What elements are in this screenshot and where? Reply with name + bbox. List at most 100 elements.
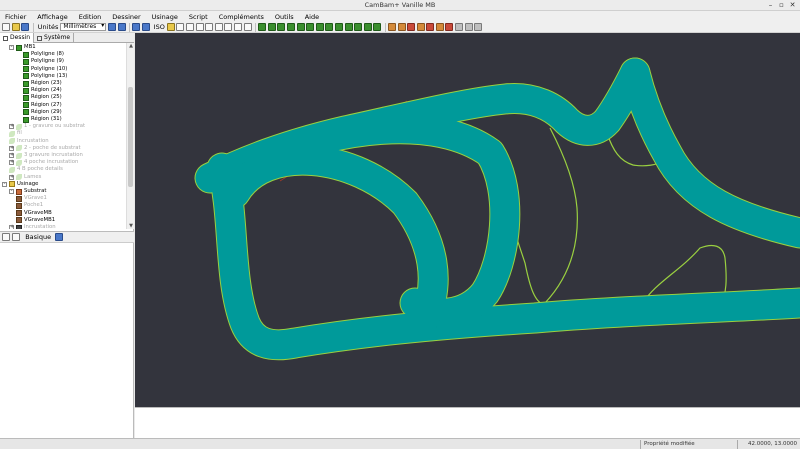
tree-item[interactable]: VGraveMB1 — [16, 217, 55, 224]
tree-item[interactable]: Région (25) — [23, 94, 62, 101]
scroll-thumb[interactable] — [128, 87, 133, 187]
zoom-window-icon[interactable] — [176, 23, 185, 31]
gcode-icon[interactable] — [474, 23, 483, 31]
draw-polyline-icon[interactable] — [286, 23, 295, 31]
draw-region-icon[interactable] — [325, 23, 334, 31]
draw-circle-icon[interactable] — [267, 23, 276, 31]
zoom-out-icon[interactable] — [205, 23, 214, 31]
collapse-icon[interactable]: - — [2, 181, 7, 187]
drill-operation-icon[interactable] — [407, 23, 416, 31]
draw-surface-icon[interactable] — [334, 23, 343, 31]
tree-item[interactable]: Poche1 — [16, 202, 43, 209]
pan-icon[interactable] — [214, 23, 223, 31]
scroll-up-icon[interactable]: ▲ — [127, 43, 135, 49]
menu-dessiner[interactable]: Dessiner — [112, 13, 140, 21]
undo-icon[interactable] — [108, 23, 117, 31]
view-top-icon[interactable] — [132, 23, 141, 31]
draw-polygon-icon[interactable] — [354, 23, 363, 31]
menu-affichage[interactable]: Affichage — [37, 13, 68, 21]
expand-icon[interactable]: + — [9, 225, 14, 229]
tree-item[interactable]: + Lames — [9, 174, 41, 181]
engrave-operation-icon[interactable] — [416, 23, 425, 31]
tree-item[interactable]: Polyligne (10) — [23, 66, 67, 73]
new-file-icon[interactable] — [2, 23, 10, 31]
menu-outils[interactable]: Outils — [275, 13, 294, 21]
draw-arc-icon[interactable] — [306, 23, 315, 31]
tree-item[interactable]: Région (31) — [23, 116, 62, 123]
tree-item[interactable]: +4 poche incrustation — [9, 159, 78, 166]
iso-view-button[interactable]: ISO — [154, 23, 165, 31]
view-front-icon[interactable] — [142, 23, 151, 31]
zoom-fit-icon[interactable] — [186, 23, 195, 31]
draw-line-icon[interactable] — [258, 23, 267, 31]
tree-item[interactable]: Polyligne (9) — [23, 58, 64, 65]
menu-edition[interactable]: Edition — [79, 13, 102, 21]
lathe-operation-icon[interactable] — [435, 23, 444, 31]
collapse-icon[interactable]: - — [9, 189, 14, 194]
close-button[interactable]: ✕ — [788, 1, 797, 9]
menu-script[interactable]: Script — [189, 13, 208, 21]
collapse-icon[interactable]: - — [9, 45, 14, 50]
expand-icon[interactable]: + — [9, 124, 14, 130]
magnifier-icon[interactable] — [243, 23, 252, 31]
grid-icon[interactable] — [234, 23, 242, 31]
expand-icon[interactable]: + — [9, 174, 14, 180]
sort-alphabetical-icon[interactable] — [11, 233, 20, 241]
simulate-icon[interactable] — [464, 23, 473, 31]
menu-fichier[interactable]: Fichier — [5, 13, 26, 21]
advanced-properties-icon[interactable] — [55, 233, 64, 241]
tree-item[interactable]: VGraveMB — [16, 210, 52, 217]
layer-leaf-icon — [9, 130, 15, 137]
maximize-button[interactable]: ▫ — [777, 1, 786, 9]
3d-operation-icon[interactable] — [445, 23, 454, 31]
tree-item[interactable]: +3 gravure incrustation — [9, 152, 83, 159]
tree-item[interactable]: + Incrustation — [9, 224, 56, 229]
tree-item[interactable]: fil — [9, 130, 22, 137]
categorized-view-icon[interactable] — [2, 233, 10, 241]
pocket-operation-icon[interactable] — [397, 23, 406, 31]
draw-offset-icon[interactable] — [363, 23, 372, 31]
profile-operation-icon[interactable] — [387, 23, 396, 31]
expand-icon[interactable]: + — [9, 153, 14, 158]
tree-item[interactable]: - Substrat — [9, 188, 46, 195]
menu-usinage[interactable]: Usinage — [152, 13, 178, 21]
tab-dessin[interactable]: Dessin — [0, 33, 35, 43]
units-select[interactable]: Millimètres — [60, 23, 107, 31]
expand-icon[interactable]: + — [9, 145, 14, 151]
tree-item[interactable]: +2 - poche de substrat — [9, 145, 81, 152]
draw-spline-icon[interactable] — [344, 23, 353, 31]
expand-icon[interactable]: + — [9, 160, 14, 166]
menu-complements[interactable]: Compléments — [219, 13, 264, 21]
tree-item[interactable]: Polyligne (13) — [23, 73, 67, 80]
tree-scrollbar[interactable]: ▲ ▼ — [126, 43, 134, 229]
tree-item[interactable]: Incrustation — [9, 138, 49, 145]
scroll-down-icon[interactable]: ▼ — [127, 223, 135, 229]
minimize-button[interactable]: – — [766, 1, 775, 9]
view-folder-icon[interactable] — [166, 23, 175, 31]
menu-aide[interactable]: Aide — [305, 13, 319, 21]
tree-item[interactable]: Région (27) — [23, 102, 62, 109]
zoom-in-icon[interactable] — [195, 23, 204, 31]
tree-item[interactable]: Polyligne (8) — [23, 51, 64, 58]
tree-item[interactable]: - MB1 — [9, 44, 36, 51]
tree-item[interactable]: +1 - gravure ou substrat — [9, 123, 85, 130]
save-file-icon[interactable] — [21, 23, 30, 31]
redo-icon[interactable] — [117, 23, 126, 31]
drawing-svg[interactable] — [135, 33, 800, 407]
properties-mode-label[interactable]: Basique — [25, 233, 51, 241]
tree-item[interactable]: VGrave1 — [16, 195, 47, 202]
draw-join-icon[interactable] — [373, 23, 382, 31]
open-file-icon[interactable] — [11, 23, 20, 31]
draw-text-icon[interactable] — [296, 23, 305, 31]
tree-item[interactable]: - Usinage — [2, 181, 38, 188]
rotate-icon[interactable] — [224, 23, 233, 31]
tree-item[interactable]: Région (23) — [23, 80, 62, 87]
drawing-canvas[interactable] — [135, 33, 800, 407]
vcarve-operation-icon[interactable] — [426, 23, 435, 31]
tab-systeme[interactable]: Système — [34, 33, 75, 43]
tree-item[interactable]: Région (29) — [23, 109, 62, 116]
draw-point-icon[interactable] — [315, 23, 324, 31]
draw-rectangle-icon[interactable] — [277, 23, 286, 31]
tree-item[interactable]: 4 B poche details — [9, 166, 63, 173]
generate-toolpath-icon[interactable] — [455, 23, 464, 31]
